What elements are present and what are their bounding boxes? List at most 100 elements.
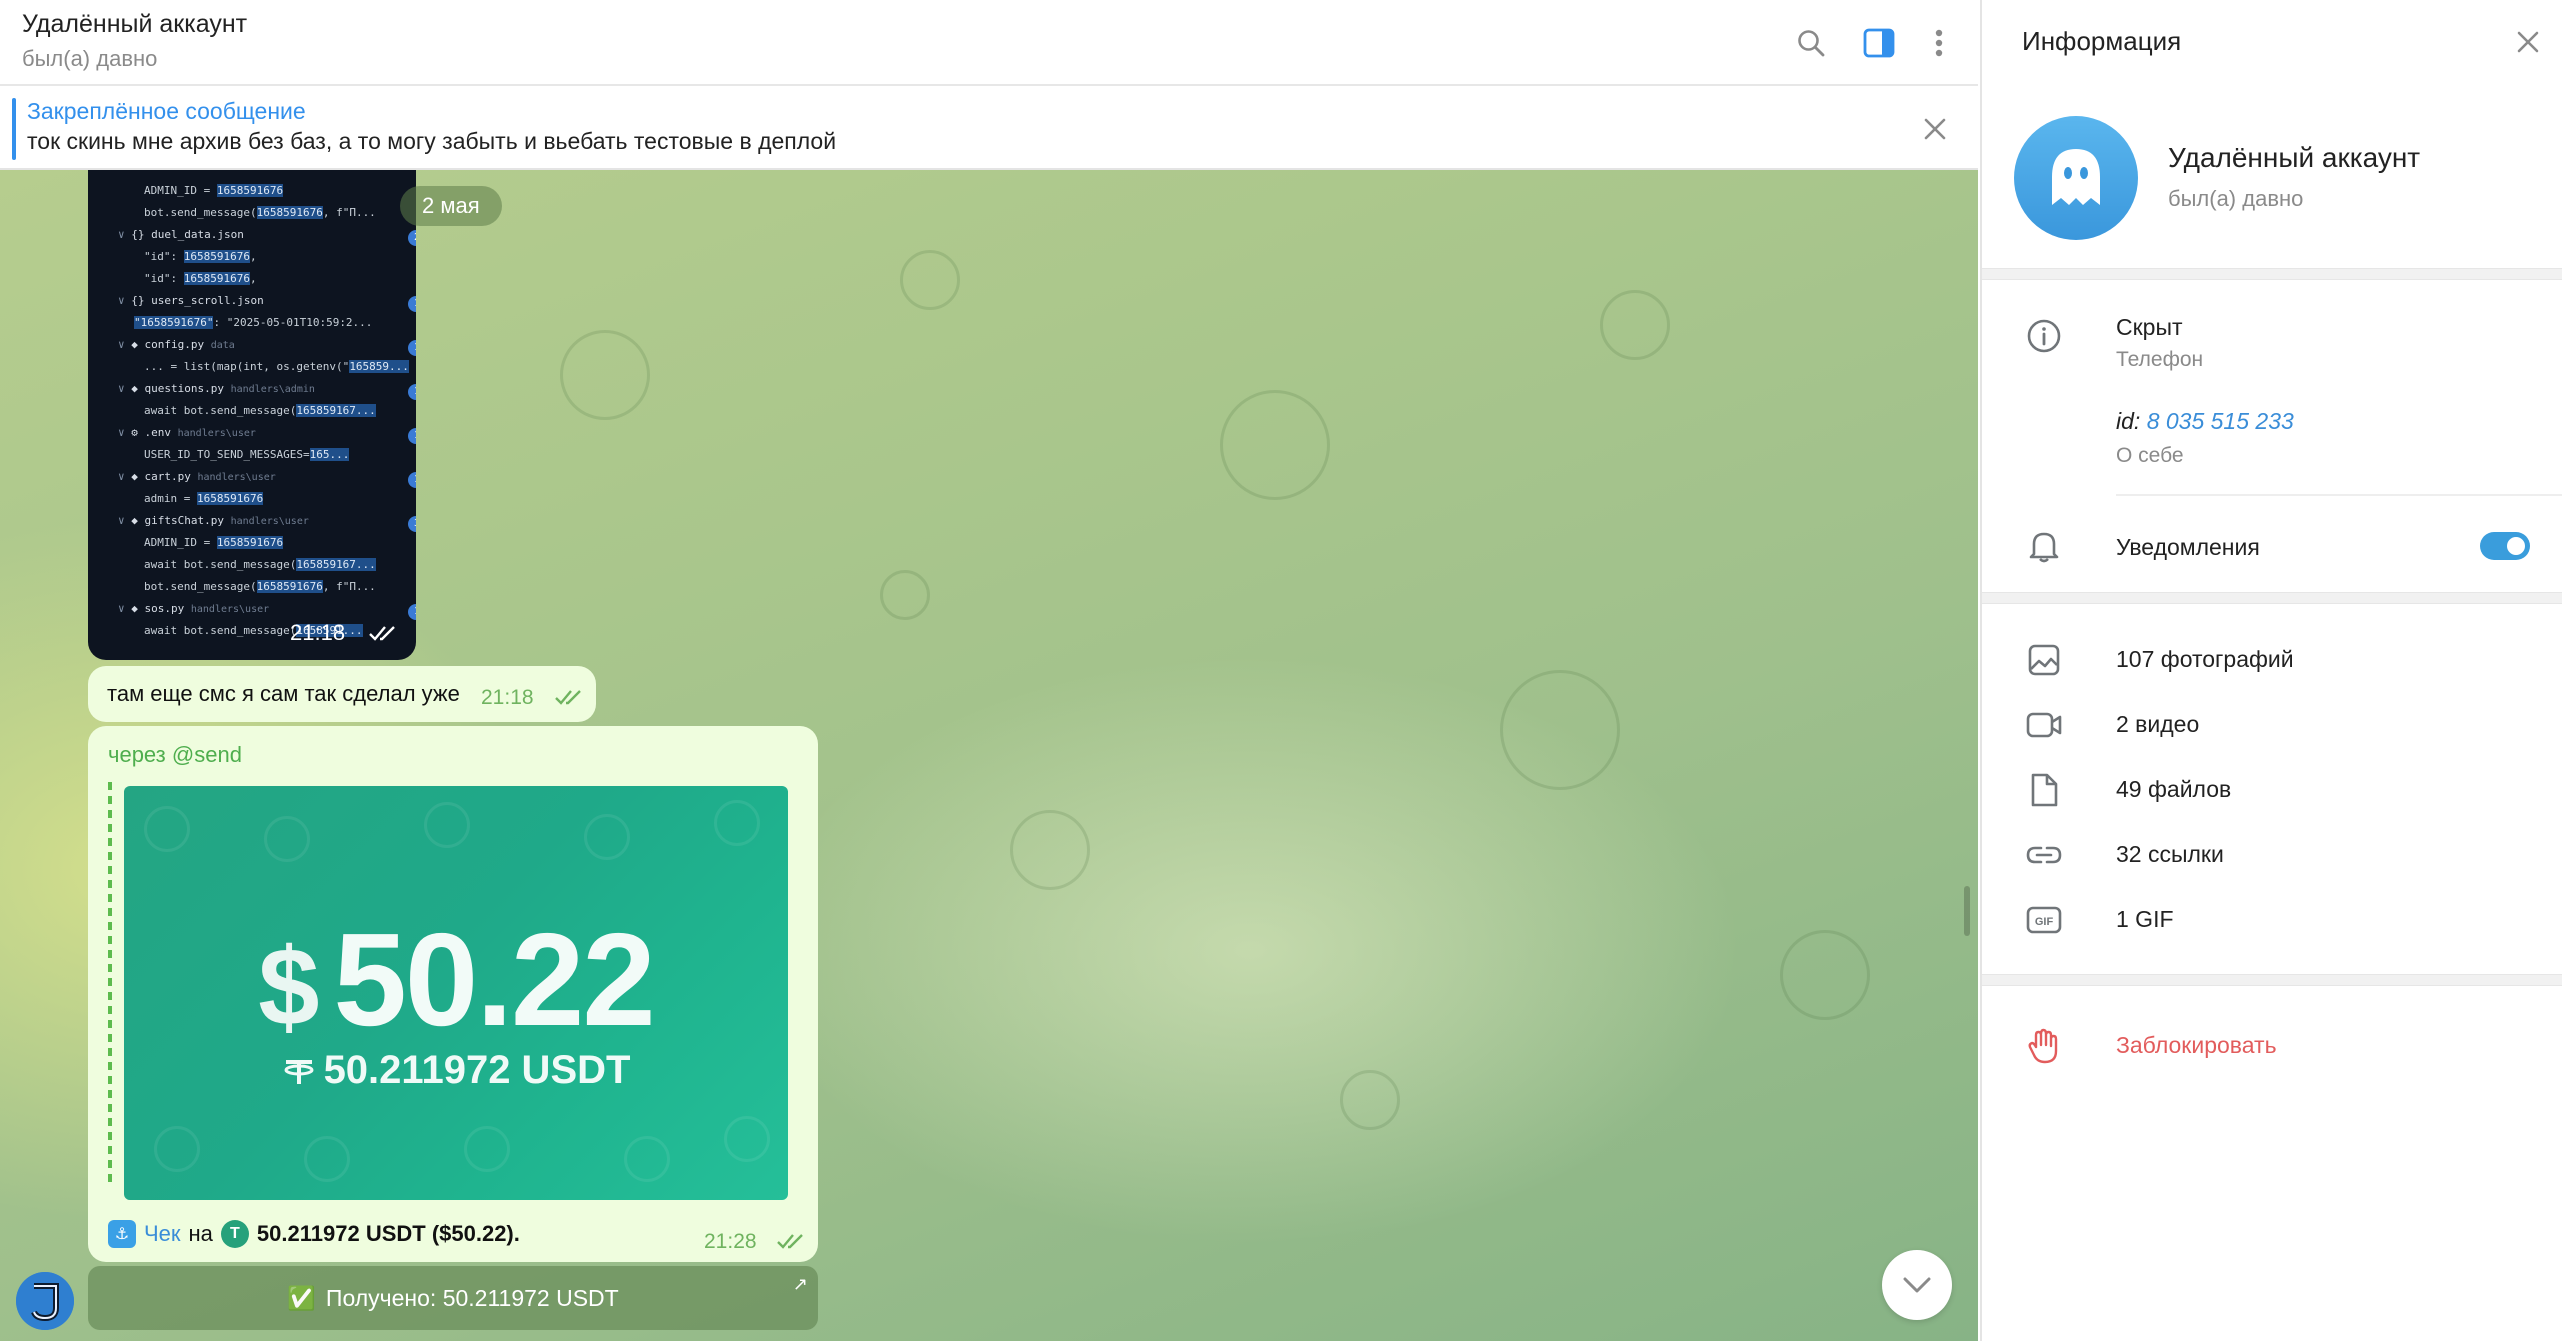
double-check-icon xyxy=(776,1232,806,1255)
code-line-highlight: 1658591676 xyxy=(196,492,264,505)
message-time: 21:18 xyxy=(481,686,534,709)
code-line-text: await bot.send_message( xyxy=(144,404,297,417)
media-label: 1 GIF xyxy=(2116,906,2174,932)
phone-label: Телефон xyxy=(2116,348,2204,371)
close-icon[interactable] xyxy=(2508,22,2548,62)
match-count-badge: 1 xyxy=(408,296,416,312)
section-divider xyxy=(1982,268,2562,280)
profile-status: был(а) давно xyxy=(2168,186,2304,211)
more-vertical-icon[interactable] xyxy=(1916,20,1962,66)
code-line-text: bot.send_message( xyxy=(144,580,257,593)
match-count-badge: 1 xyxy=(408,428,416,444)
check-preview-image[interactable]: $50.22 50.211972 USDT xyxy=(124,786,788,1200)
code-line-highlight: 165859167... xyxy=(296,558,376,571)
ghost-icon xyxy=(2052,149,2100,205)
side-panel-icon[interactable] xyxy=(1856,20,1902,66)
code-line-path: handlers\user xyxy=(190,604,270,615)
bot-check-message[interactable]: через @send $50.22 50.211972 USDT ⚓ Чек … xyxy=(88,726,818,1262)
bot-inline-button[interactable]: ✅ Получено: 50.211972 USDT ↗ xyxy=(88,1266,818,1330)
via-bot-label[interactable]: через @send xyxy=(108,742,242,768)
media-row-videos[interactable]: 2 видео xyxy=(1982,695,2562,755)
code-line-file: ⚙ .env xyxy=(131,426,178,439)
code-line-file: {} duel_data.json xyxy=(131,228,244,241)
code-line-text: "id": xyxy=(144,250,184,263)
media-row-files[interactable]: 49 файлов xyxy=(1982,760,2562,820)
code-line-text: ... = list(map(int, os.getenv(" xyxy=(144,360,350,373)
code-line-tail: , f"П... xyxy=(322,580,376,593)
code-line-text: ADMIN_ID = xyxy=(144,536,217,549)
check-amount-text: 50.211972 USDT ($50.22). xyxy=(256,1221,520,1246)
notifications-row[interactable]: Уведомления xyxy=(1982,516,2562,576)
message-bubble[interactable]: там еще смс я сам так сделал уже 21:18 xyxy=(88,666,596,722)
avatar[interactable] xyxy=(16,1272,74,1330)
code-line-chevron: ∨ xyxy=(118,338,132,351)
code-line-file: {} users_scroll.json xyxy=(131,294,264,307)
code-line-path: handlers\admin xyxy=(230,384,315,395)
block-user-button[interactable]: Заблокировать xyxy=(1982,1016,2562,1076)
bio-label: О себе xyxy=(2116,444,2184,467)
pinned-message[interactable]: Закреплённое сообщение ток скинь мне арх… xyxy=(0,88,1978,170)
code-line-highlight: 165859167... xyxy=(296,404,376,417)
match-count-badge: 1 xyxy=(408,604,416,620)
phone-row[interactable]: Скрыт Телефон xyxy=(1982,306,2562,386)
crypto-bot-icon: ⚓ xyxy=(108,1220,136,1248)
code-line: ∨ {} users_scroll.json 1 xyxy=(118,294,416,314)
code-line-highlight: 1658591676 xyxy=(183,272,250,285)
message-time: 21:28 xyxy=(704,1230,757,1253)
code-line: ... = list(map(int, os.getenv("165859... xyxy=(144,360,409,380)
code-line-highlight: 1658591676 xyxy=(183,250,250,263)
code-line-text: USER_ID_TO_SEND_MESSAGES= xyxy=(144,448,310,461)
usdt-amount: 50.211972 USDT xyxy=(124,1048,788,1093)
id-prefix: id: xyxy=(2116,408,2141,434)
media-label: 49 файлов xyxy=(2116,776,2232,802)
code-line: "id": 1658591676, xyxy=(144,272,257,292)
match-count-badge: 1 xyxy=(408,472,416,488)
id-value[interactable]: 8 035 515 233 xyxy=(2147,408,2294,434)
code-line-chevron: ∨ xyxy=(118,470,132,483)
section-divider xyxy=(1982,592,2562,604)
code-line-text: : "2025-05-01T10:59:2... xyxy=(213,316,373,329)
code-line-highlight: 165859... xyxy=(349,360,409,373)
code-line: bot.send_message(1658591676, f"П... xyxy=(144,580,376,600)
code-line-tail: , xyxy=(249,250,257,263)
check-link[interactable]: Чек xyxy=(144,1221,181,1247)
media-row-photos[interactable]: 107 фотографий xyxy=(1982,630,2562,690)
match-count-badge: 2 xyxy=(408,230,416,246)
on-word: на xyxy=(188,1221,213,1246)
code-line-highlight: 165... xyxy=(309,448,350,461)
notifications-label: Уведомления xyxy=(2116,534,2260,560)
media-row-links[interactable]: 32 ссылки xyxy=(1982,825,2562,885)
profile-avatar[interactable] xyxy=(2014,116,2138,240)
amount-value: 50.22 xyxy=(333,906,655,1053)
profile-name: Удалённый аккаунт xyxy=(2168,142,2421,173)
close-icon[interactable] xyxy=(1914,108,1956,150)
phone-value: Скрыт xyxy=(2116,314,2183,340)
currency-symbol: $ xyxy=(258,926,319,1049)
chat-title[interactable]: Удалённый аккаунт xyxy=(22,10,247,39)
code-line: ∨ {} duel_data.json 2 xyxy=(118,228,416,248)
code-line-chevron: ∨ xyxy=(118,426,132,439)
block-label: Заблокировать xyxy=(2116,1032,2277,1058)
code-line-file: ◆ questions.py xyxy=(131,382,231,395)
message-time: 21:18 xyxy=(290,620,346,645)
id-row[interactable]: id: 8 035 515 233 О себе xyxy=(1982,402,2562,482)
code-line-text: "id": xyxy=(144,272,184,285)
media-row-gifs[interactable]: 1 GIF xyxy=(1982,890,2562,950)
code-line-highlight: 1658591676 xyxy=(216,184,284,197)
code-screenshot-image[interactable]: ADMIN_ID = 1658591676 bot.send_message(16… xyxy=(88,170,416,660)
scrollbar[interactable] xyxy=(1964,886,1970,936)
scroll-down-button[interactable] xyxy=(1882,1250,1952,1320)
date-separator: 2 мая xyxy=(400,186,502,226)
notifications-toggle[interactable] xyxy=(2480,532,2530,560)
code-line-file: ◆ cart.py xyxy=(131,470,198,483)
double-check-icon xyxy=(368,624,400,647)
check-mark-emoji: ✅ xyxy=(287,1284,316,1311)
code-line: ∨ ◆ config.py data 1 xyxy=(118,338,416,358)
code-line: admin = 1658591676 xyxy=(144,492,264,512)
code-line-text: bot.send_message( xyxy=(144,206,257,219)
via-bot-name[interactable]: @send xyxy=(172,742,242,767)
match-count-badge: 1 xyxy=(408,384,416,400)
code-line-text: await bot.send_message( xyxy=(144,624,297,637)
double-check-icon xyxy=(554,688,584,711)
search-icon[interactable] xyxy=(1788,20,1834,66)
